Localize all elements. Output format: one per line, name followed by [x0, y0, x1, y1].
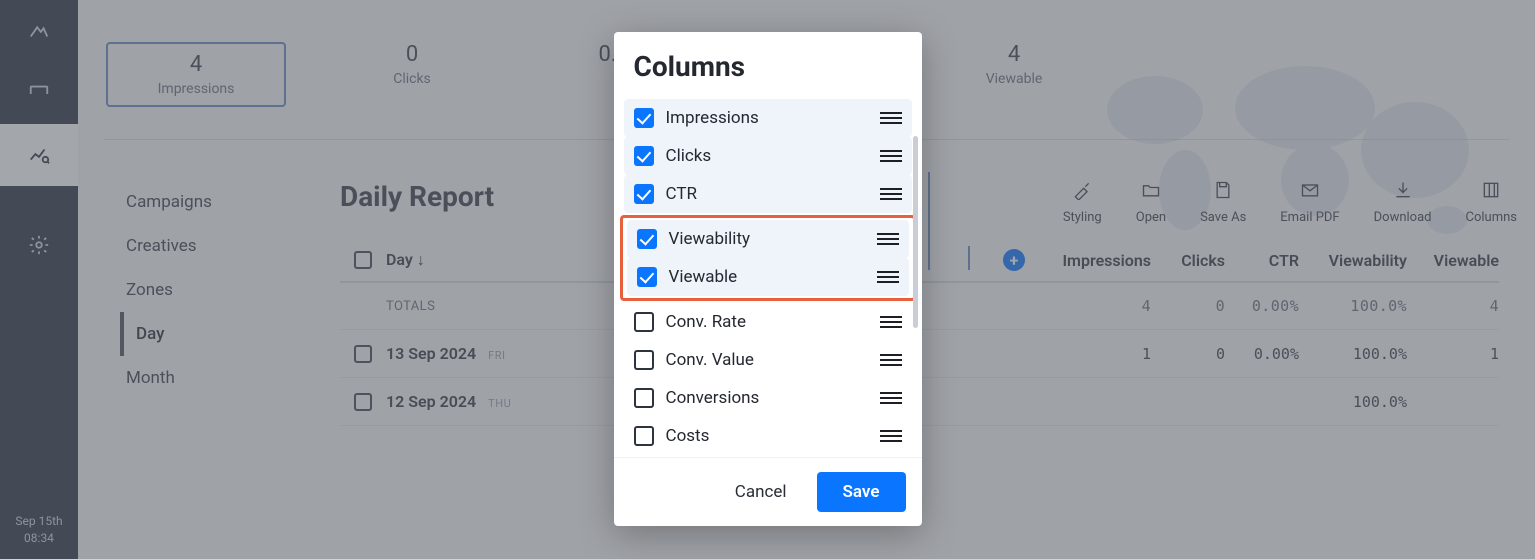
column-option-viewability[interactable]: Viewability: [627, 220, 909, 258]
drag-handle-icon[interactable]: [877, 233, 899, 245]
column-option-impressions[interactable]: Impressions: [624, 99, 912, 137]
scrollbar-thumb[interactable]: [913, 136, 918, 328]
drag-handle-icon[interactable]: [880, 150, 902, 162]
columns-list: Impressions Clicks CTR Viewability Viewa…: [614, 95, 922, 457]
drag-handle-icon[interactable]: [880, 188, 902, 200]
checkbox-icon[interactable]: [637, 267, 657, 287]
modal-overlay[interactable]: Columns Impressions Clicks CTR Viewabili…: [0, 0, 1535, 559]
checkbox-icon[interactable]: [634, 312, 654, 332]
save-button[interactable]: Save: [817, 472, 906, 512]
column-option-viewable[interactable]: Viewable: [627, 258, 909, 296]
drag-handle-icon[interactable]: [880, 112, 902, 124]
drag-handle-icon[interactable]: [877, 271, 899, 283]
highlighted-group: Viewability Viewable: [620, 215, 916, 301]
drag-handle-icon[interactable]: [880, 392, 902, 404]
checkbox-icon[interactable]: [634, 108, 654, 128]
drag-handle-icon[interactable]: [880, 430, 902, 442]
column-option-conversions[interactable]: Conversions: [624, 379, 912, 417]
drag-handle-icon[interactable]: [880, 354, 902, 366]
modal-title: Columns: [614, 32, 922, 95]
checkbox-icon[interactable]: [634, 388, 654, 408]
column-option-costs[interactable]: Costs: [624, 417, 912, 455]
column-option-clicks[interactable]: Clicks: [624, 137, 912, 175]
cancel-button[interactable]: Cancel: [723, 474, 799, 510]
checkbox-icon[interactable]: [634, 184, 654, 204]
column-option-conv-value[interactable]: Conv. Value: [624, 341, 912, 379]
checkbox-icon[interactable]: [634, 426, 654, 446]
checkbox-icon[interactable]: [637, 229, 657, 249]
checkbox-icon[interactable]: [634, 146, 654, 166]
column-option-conv-rate[interactable]: Conv. Rate: [624, 303, 912, 341]
checkbox-icon[interactable]: [634, 350, 654, 370]
columns-modal: Columns Impressions Clicks CTR Viewabili…: [614, 32, 922, 526]
column-option-ctr[interactable]: CTR: [624, 175, 912, 213]
modal-footer: Cancel Save: [614, 457, 922, 526]
drag-handle-icon[interactable]: [880, 316, 902, 328]
